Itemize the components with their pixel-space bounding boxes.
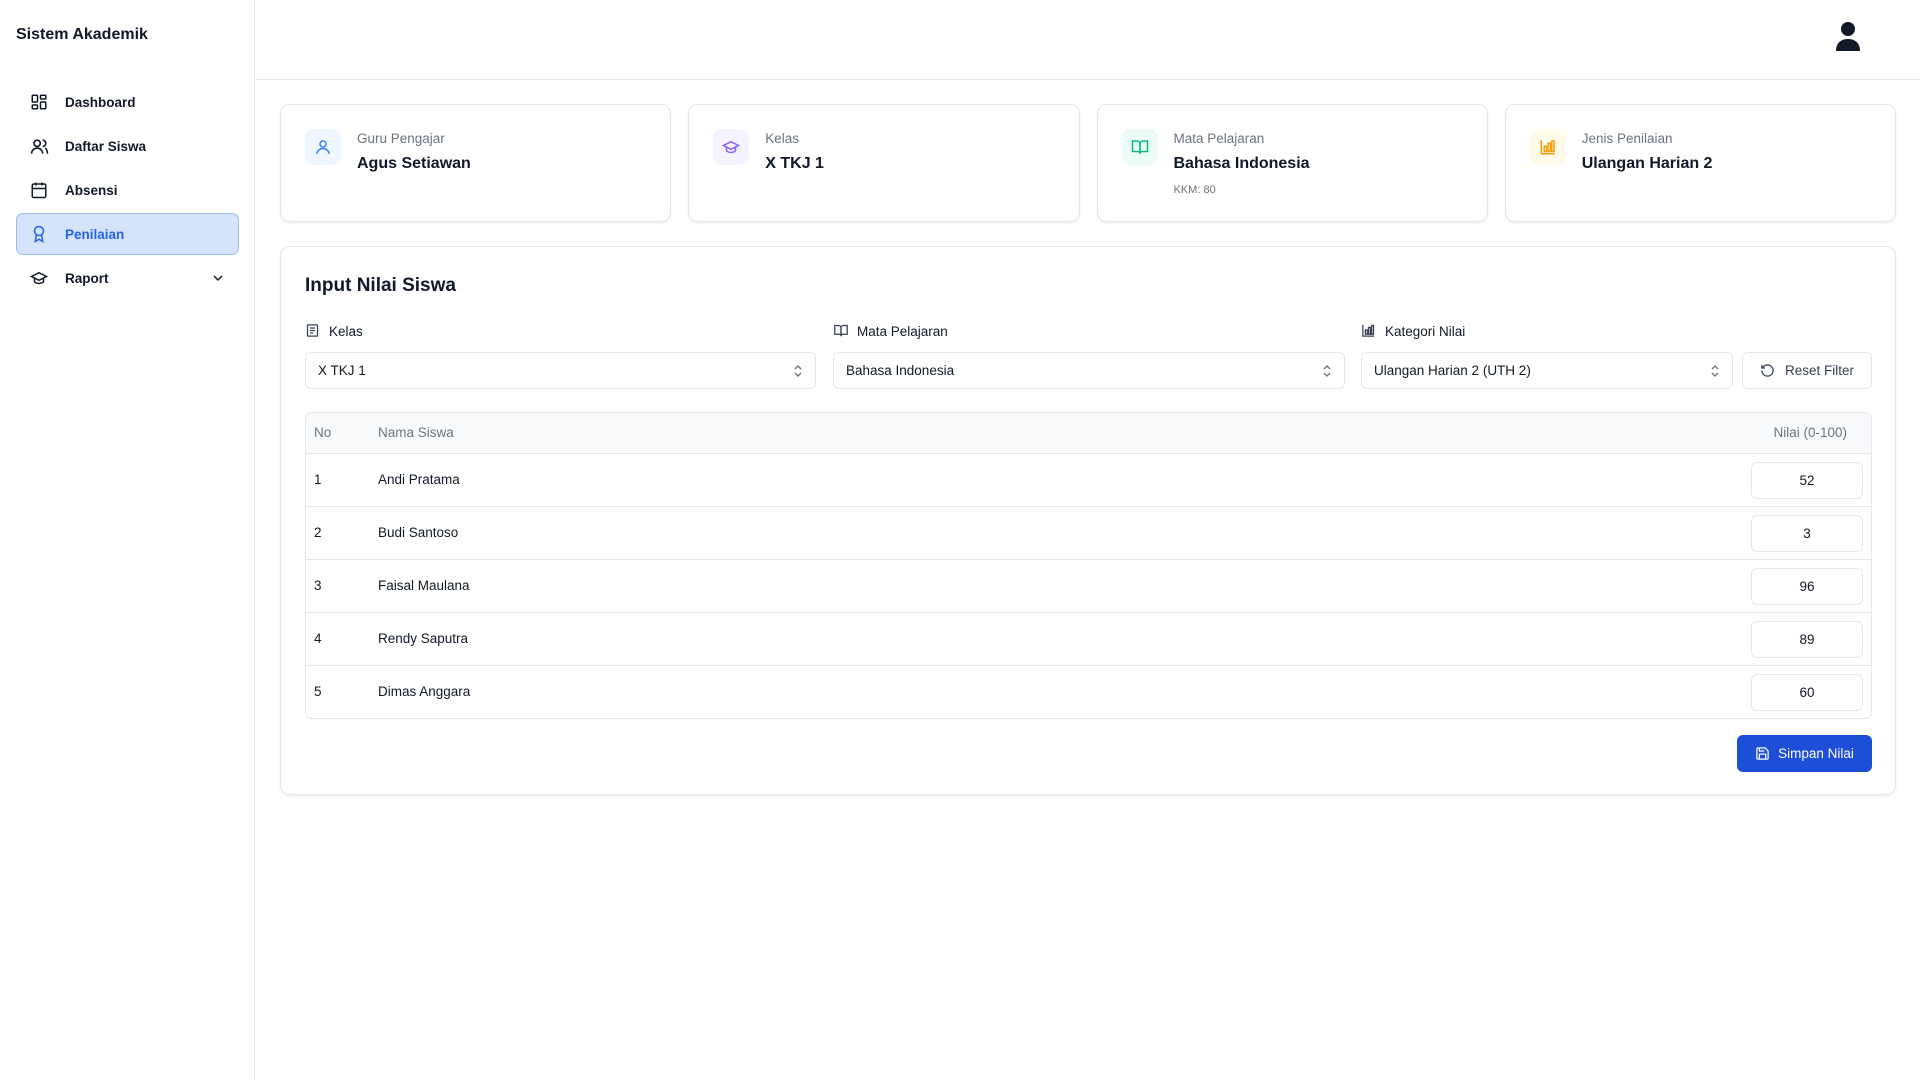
user-avatar-icon[interactable] xyxy=(1834,20,1862,52)
panel-title: Input Nilai Siswa xyxy=(305,275,456,296)
row-name: Faisal Maulana xyxy=(378,578,470,593)
table-header: No Nama Siswa Nilai (0-100) xyxy=(306,413,1871,454)
sidebar-item-label: Raport xyxy=(65,270,109,286)
sidebar: Sistem Akademik Dashboard Daftar Siswa A… xyxy=(0,0,255,1080)
header-no: No xyxy=(314,425,332,440)
chevron-up-down-icon xyxy=(1322,364,1332,378)
top-header xyxy=(256,0,1920,80)
row-name: Andi Pratama xyxy=(378,472,460,487)
sidebar-nav: Dashboard Daftar Siswa Absensi Penilaian… xyxy=(16,81,239,301)
table-row: 2 Budi Santoso xyxy=(306,507,1871,560)
card-label: Kelas xyxy=(765,131,800,146)
book-open-icon xyxy=(1121,129,1158,165)
sidebar-item-daftar-siswa[interactable]: Daftar Siswa xyxy=(16,125,239,167)
users-icon xyxy=(29,136,49,156)
refresh-icon xyxy=(1760,363,1775,378)
chevron-down-icon[interactable] xyxy=(210,270,226,286)
card-label: Guru Pengajar xyxy=(357,131,445,146)
mapel-select[interactable]: Bahasa Indonesia xyxy=(833,352,1345,389)
graduation-cap-icon xyxy=(713,129,750,165)
sidebar-item-penilaian[interactable]: Penilaian xyxy=(16,213,239,255)
card-jenis-penilaian: Jenis Penilaian Ulangan Harian 2 xyxy=(1504,104,1896,222)
row-name: Dimas Anggara xyxy=(378,684,471,699)
award-icon xyxy=(29,224,49,244)
save-icon xyxy=(1755,746,1770,761)
user-icon xyxy=(305,129,341,165)
sidebar-item-raport[interactable]: Raport xyxy=(16,257,239,299)
card-value: Bahasa Indonesia xyxy=(1173,155,1310,172)
header-nilai: Nilai (0-100) xyxy=(1773,425,1847,440)
row-name: Rendy Saputra xyxy=(378,631,469,646)
row-no: 2 xyxy=(314,525,322,540)
card-label: Jenis Penilaian xyxy=(1581,131,1673,146)
row-name: Budi Santoso xyxy=(378,525,459,540)
graduation-cap-icon xyxy=(29,268,49,288)
kelas-select[interactable]: X TKJ 1 xyxy=(305,352,816,389)
table-row: 4 Rendy Saputra xyxy=(306,613,1871,666)
card-guru-pengajar: Guru Pengajar Agus Setiawan xyxy=(280,104,672,222)
bar-chart-icon xyxy=(1361,323,1377,339)
card-sub-kkm: KKM: 80 xyxy=(1173,184,1216,196)
sidebar-item-absensi[interactable]: Absensi xyxy=(16,169,239,211)
filter-label-kelas: Kelas xyxy=(305,323,363,339)
sidebar-item-label: Penilaian xyxy=(65,226,125,242)
chevron-up-down-icon xyxy=(1710,364,1720,378)
score-input[interactable] xyxy=(1751,462,1863,499)
sidebar-item-dashboard[interactable]: Dashboard xyxy=(16,81,239,123)
score-input[interactable] xyxy=(1751,621,1863,658)
score-input[interactable] xyxy=(1751,674,1863,711)
nilai-table: No Nama Siswa Nilai (0-100) 1 Andi Prata… xyxy=(305,412,1872,719)
sidebar-item-label: Absensi xyxy=(65,182,118,198)
row-no: 3 xyxy=(314,578,322,593)
row-no: 5 xyxy=(314,684,322,699)
calendar-icon xyxy=(29,180,49,200)
bar-chart-icon xyxy=(1529,129,1566,165)
info-cards: Guru Pengajar Agus Setiawan Kelas X TKJ … xyxy=(280,104,1896,222)
reset-filter-button[interactable]: Reset Filter xyxy=(1742,352,1872,389)
filter-label-mapel: Mata Pelajaran xyxy=(833,323,948,339)
card-label: Mata Pelajaran xyxy=(1173,131,1265,146)
card-value: X TKJ 1 xyxy=(765,155,824,172)
dashboard-grid-icon xyxy=(29,92,49,112)
card-value: Agus Setiawan xyxy=(357,155,471,172)
list-icon xyxy=(305,323,321,339)
score-input[interactable] xyxy=(1751,568,1863,605)
card-mata-pelajaran: Mata Pelajaran Bahasa Indonesia KKM: 80 xyxy=(1096,104,1488,222)
card-kelas: Kelas X TKJ 1 xyxy=(688,104,1080,222)
table-row: 5 Dimas Anggara xyxy=(306,666,1871,718)
sidebar-item-label: Dashboard xyxy=(65,94,136,110)
chevron-up-down-icon xyxy=(793,364,803,378)
row-no: 4 xyxy=(314,631,322,646)
input-nilai-panel: Input Nilai Siswa Kelas Mata Pelajaran K… xyxy=(280,246,1896,795)
card-value: Ulangan Harian 2 xyxy=(1581,155,1713,172)
app-title: Sistem Akademik xyxy=(16,26,148,43)
filter-label-kategori: Kategori Nilai xyxy=(1361,323,1465,339)
simpan-nilai-button[interactable]: Simpan Nilai xyxy=(1737,735,1872,772)
header-nama: Nama Siswa xyxy=(378,425,454,440)
kategori-select[interactable]: Ulangan Harian 2 (UTH 2) xyxy=(1361,352,1733,389)
score-input[interactable] xyxy=(1751,515,1863,552)
sidebar-item-label: Daftar Siswa xyxy=(65,138,147,154)
row-no: 1 xyxy=(314,472,322,487)
table-row: 1 Andi Pratama xyxy=(306,454,1871,507)
table-row: 3 Faisal Maulana xyxy=(306,560,1871,613)
book-open-icon xyxy=(833,323,849,339)
